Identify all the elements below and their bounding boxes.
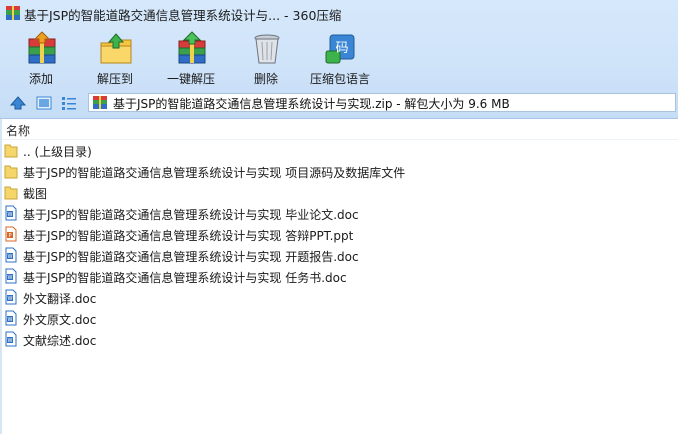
folder-icon	[4, 186, 18, 200]
one-click-extract-icon	[178, 31, 206, 64]
list-view-icon[interactable]	[61, 95, 77, 111]
word-doc-icon: W	[5, 331, 17, 347]
file-name: 外文原文.doc	[23, 313, 97, 327]
svg-text:W: W	[8, 275, 13, 281]
svg-text:W: W	[8, 296, 13, 302]
one-click-extract-button[interactable]: 一键解压	[154, 28, 228, 86]
list-item[interactable]: .. (上级目录)	[4, 140, 664, 161]
svg-text:W: W	[8, 212, 13, 218]
file-name: 基于JSP的智能道路交通信息管理系统设计与实现 开题报告.doc	[23, 250, 359, 264]
file-name: 外文翻译.doc	[23, 292, 97, 306]
archive-app-icon	[6, 6, 20, 20]
folder-icon	[4, 144, 18, 158]
file-name: 文献综述.doc	[23, 334, 97, 348]
extract-to-icon	[100, 33, 132, 64]
file-list: 名称 .. (上级目录) 基于JSP的智能道路交通信息管理系统设计与实现 项目源…	[0, 119, 678, 434]
add-button-label: 添加	[28, 72, 53, 86]
title-bar: 基于JSP的智能道路交通信息管理系统设计与... - 360压缩	[0, 0, 678, 26]
svg-text:W: W	[8, 254, 13, 260]
add-archive-icon	[28, 31, 56, 64]
list-item[interactable]: W 基于JSP的智能道路交通信息管理系统设计与实现 毕业论文.doc	[4, 203, 664, 224]
list-item[interactable]: P 基于JSP的智能道路交通信息管理系统设计与实现 答辩PPT.ppt	[4, 224, 664, 245]
svg-text:P: P	[8, 233, 11, 239]
path-bar: 基于JSP的智能道路交通信息管理系统设计与实现.zip - 解包大小为 9.6 …	[0, 90, 678, 116]
archive-path-text: 基于JSP的智能道路交通信息管理系统设计与实现.zip - 解包大小为 9.6 …	[113, 97, 510, 111]
file-name: 截图	[23, 187, 48, 201]
list-item[interactable]: W 基于JSP的智能道路交通信息管理系统设计与实现 任务书.doc	[4, 266, 664, 287]
up-arrow-icon[interactable]	[10, 95, 26, 111]
window-title: 基于JSP的智能道路交通信息管理系统设计与... - 360压缩	[24, 8, 342, 23]
svg-text:码: 码	[335, 41, 348, 56]
list-item[interactable]: W 基于JSP的智能道路交通信息管理系统设计与实现 开题报告.doc	[4, 245, 664, 266]
svg-text:W: W	[8, 317, 13, 323]
file-name: 基于JSP的智能道路交通信息管理系统设计与实现 毕业论文.doc	[23, 208, 359, 222]
add-button[interactable]: 添加	[4, 28, 78, 86]
one-click-extract-button-label: 一键解压	[166, 72, 215, 86]
extract-to-button-label: 解压到	[96, 72, 133, 86]
folder-icon	[4, 165, 18, 179]
zip-file-icon	[93, 96, 107, 109]
extract-to-button[interactable]: 解压到	[78, 28, 152, 86]
word-doc-icon: W	[5, 247, 17, 263]
left-edge	[0, 119, 2, 434]
list-item[interactable]: 基于JSP的智能道路交通信息管理系统设计与实现 项目源码及数据库文件	[4, 161, 664, 182]
delete-trash-icon	[254, 34, 280, 64]
archive-language-button-label: 压缩包语言	[309, 72, 370, 86]
file-name: .. (上级目录)	[23, 145, 92, 159]
thumbnail-view-icon[interactable]	[36, 95, 52, 111]
address-field[interactable]: 基于JSP的智能道路交通信息管理系统设计与实现.zip - 解包大小为 9.6 …	[88, 93, 676, 112]
archive-language-icon: 码	[325, 34, 355, 64]
file-name: 基于JSP的智能道路交通信息管理系统设计与实现 答辩PPT.ppt	[23, 229, 354, 243]
word-doc-icon: W	[5, 205, 17, 221]
delete-button[interactable]: 删除	[229, 28, 303, 86]
powerpoint-icon: P	[5, 226, 17, 242]
column-header-name[interactable]: 名称	[6, 122, 30, 139]
file-name: 基于JSP的智能道路交通信息管理系统设计与实现 任务书.doc	[23, 271, 347, 285]
file-name: 基于JSP的智能道路交通信息管理系统设计与实现 项目源码及数据库文件	[23, 166, 406, 180]
word-doc-icon: W	[5, 310, 17, 326]
word-doc-icon: W	[5, 268, 17, 284]
list-item[interactable]: W 外文原文.doc	[4, 308, 664, 329]
toolbar: 添加 解压到 一键解压 删除 码 压缩包语言	[0, 28, 678, 88]
delete-button-label: 删除	[253, 72, 278, 86]
svg-text:W: W	[8, 338, 13, 344]
top-chrome: 基于JSP的智能道路交通信息管理系统设计与... - 360压缩 添加 解压到	[0, 0, 678, 121]
list-item[interactable]: W 文献综述.doc	[4, 329, 664, 350]
archive-language-button[interactable]: 码 压缩包语言	[303, 28, 377, 86]
list-item[interactable]: 截图	[4, 182, 664, 203]
list-item[interactable]: W 外文翻译.doc	[4, 287, 664, 308]
word-doc-icon: W	[5, 289, 17, 305]
